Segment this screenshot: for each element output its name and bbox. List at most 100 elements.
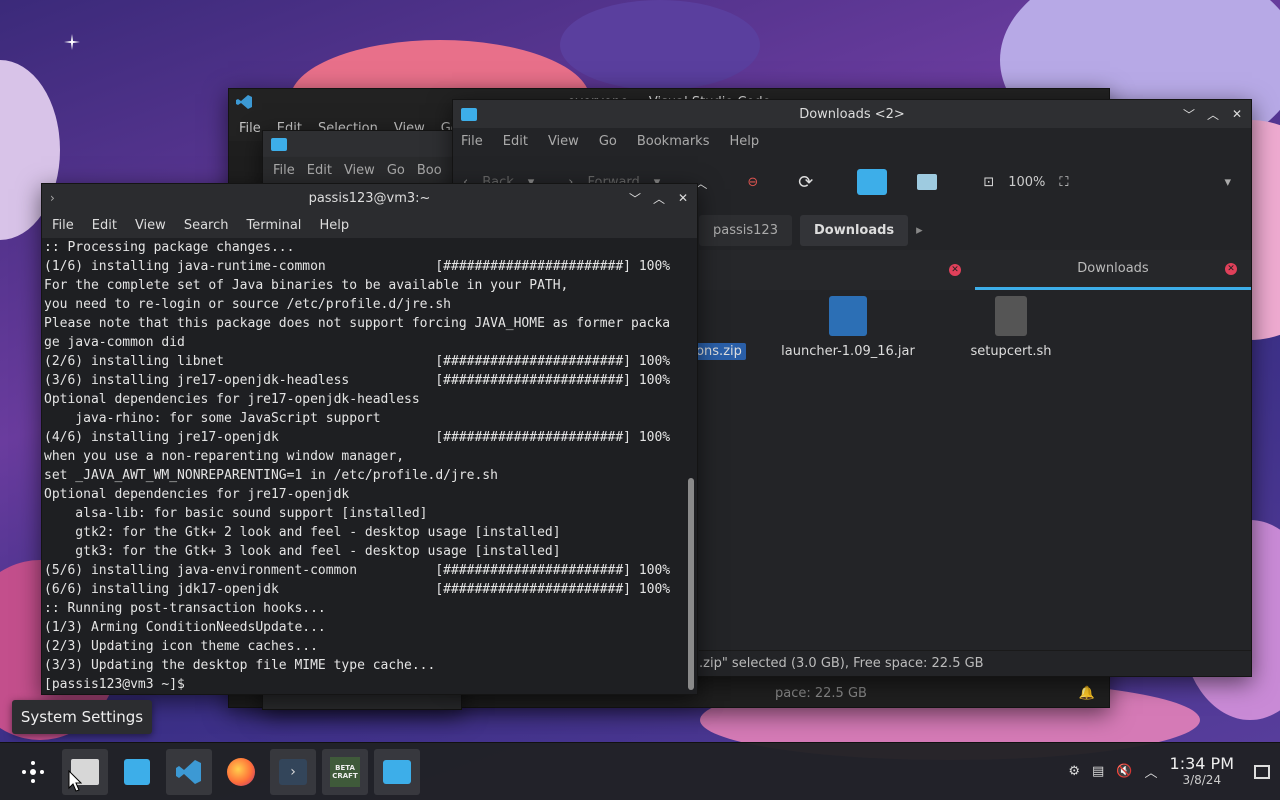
terminal-line: (1/3) Arming ConditionNeedsUpdate... xyxy=(44,620,326,635)
close-icon[interactable]: ✕ xyxy=(675,190,691,206)
jar-icon xyxy=(829,296,867,336)
terminal-menu-search[interactable]: Search xyxy=(184,218,229,233)
downloads-tabs: ✕ Downloads ✕ xyxy=(699,250,1251,290)
volume-muted-icon[interactable]: 🔇 xyxy=(1116,764,1132,779)
tab-downloads-label: Downloads xyxy=(1077,261,1149,276)
tooltip-system-settings: System Settings xyxy=(12,700,152,734)
terminal-titlebar[interactable]: › passis123@vm3:~ ﹀ ︿ ✕ xyxy=(42,184,697,212)
downloads-menu-help[interactable]: Help xyxy=(729,134,759,149)
home-icon[interactable] xyxy=(857,169,888,195)
terminal-icon: › xyxy=(50,191,55,205)
fm-small-menu-edit[interactable]: Edit xyxy=(307,163,332,178)
taskbar-betacraft[interactable]: BETA CRAFT xyxy=(322,748,368,795)
breadcrumb-passis123[interactable]: passis123 xyxy=(699,214,792,246)
terminal-line: (3/3) Updating the desktop file MIME typ… xyxy=(44,658,436,673)
scrollbar-thumb[interactable] xyxy=(688,478,694,690)
file-name-script: setupcert.sh xyxy=(970,344,1052,359)
downloads-menu-file[interactable]: File xyxy=(461,134,483,149)
taskbar-firefox[interactable] xyxy=(218,749,264,795)
clipboard-icon[interactable]: ▤ xyxy=(1092,764,1104,779)
zoom-fit-icon[interactable]: ⊡ xyxy=(983,175,994,190)
taskbar-discover[interactable] xyxy=(114,749,160,795)
close-icon[interactable]: ✕ xyxy=(1229,106,1245,122)
terminal-output[interactable]: :: Processing package changes... (1/6) in… xyxy=(42,238,685,694)
tab-downloads[interactable]: Downloads ✕ xyxy=(975,250,1251,290)
computer-icon[interactable] xyxy=(917,174,938,190)
fm-small-menu-view[interactable]: View xyxy=(344,163,375,178)
fm-small-menubar: File Edit View Go Boo xyxy=(263,157,461,183)
terminal-line: when you use a non-reparenting window ma… xyxy=(44,449,405,464)
network-icon[interactable]: ⚙ xyxy=(1068,764,1080,779)
terminal-line: Optional dependencies for jre17-openjdk xyxy=(44,487,350,502)
terminal-line: alsa-lib: for basic sound support [insta… xyxy=(44,506,428,521)
file-name-zip: ons.zip xyxy=(692,343,746,360)
fullscreen-icon[interactable]: ⛶ xyxy=(1059,175,1068,190)
tab-close-icon[interactable]: ✕ xyxy=(1225,262,1237,275)
taskbar-dolphin[interactable] xyxy=(374,748,420,795)
tab-close-icon[interactable]: ✕ xyxy=(949,264,961,276)
folder-icon xyxy=(461,107,477,121)
fm-small-titlebar[interactable] xyxy=(263,131,461,157)
downloads-menu-go[interactable]: Go xyxy=(599,134,617,149)
minimize-icon[interactable]: ﹀ xyxy=(1181,106,1197,122)
downloads-titlebar[interactable]: Downloads <2> ﹀ ︿ ✕ xyxy=(453,100,1251,128)
zoom-level[interactable]: 100% xyxy=(1008,175,1045,190)
downloads-menu-bookmarks[interactable]: Bookmarks xyxy=(637,134,710,149)
terminal-scrollbar[interactable] xyxy=(685,238,697,694)
terminal-menubar: File Edit View Search Terminal Help xyxy=(42,212,697,238)
maximize-icon[interactable]: ︿ xyxy=(651,190,667,206)
vscode-menu-file[interactable]: File xyxy=(239,121,261,136)
downloads-menubar: File Edit View Go Bookmarks Help xyxy=(453,128,1251,154)
fm-small-menu-file[interactable]: File xyxy=(273,163,295,178)
file-item-jar[interactable]: launcher-1.09_16.jar xyxy=(773,296,923,359)
taskbar-vscode[interactable] xyxy=(166,748,212,795)
folder-icon xyxy=(271,137,287,151)
terminal-menu-file[interactable]: File xyxy=(52,218,74,233)
downloads-title: Downloads <2> xyxy=(799,106,905,122)
terminal-menu-terminal[interactable]: Terminal xyxy=(246,218,301,233)
terminal-line: you need to re-login or source /etc/prof… xyxy=(44,297,451,312)
tab-1[interactable]: ✕ xyxy=(699,250,975,290)
downloads-statusbar: .zip" selected (3.0 GB), Free space: 22.… xyxy=(699,650,1251,676)
dolphin-icon xyxy=(383,759,411,784)
terminal-line: [passis123@vm3 ~]$ xyxy=(44,677,193,692)
file-name-jar: launcher-1.09_16.jar xyxy=(781,344,915,359)
terminal-line: java-rhino: for some JavaScript support xyxy=(44,411,381,426)
star-sparkle-icon xyxy=(64,34,80,50)
tray-expand-icon[interactable]: ︿ xyxy=(1145,762,1158,781)
maximize-icon[interactable]: ︿ xyxy=(1205,106,1221,122)
terminal-line: For the complete set of Java binaries to… xyxy=(44,278,569,293)
terminal-line: (5/6) installing java-environment-common… xyxy=(44,563,671,578)
bell-icon[interactable]: 🔔 xyxy=(1079,686,1095,701)
downloads-menu-edit[interactable]: Edit xyxy=(503,134,528,149)
terminal-line: Please note that this package does not s… xyxy=(44,316,671,331)
breadcrumb-downloads[interactable]: Downloads xyxy=(799,214,909,246)
terminal-line: ge java-common did xyxy=(44,335,185,350)
show-desktop-icon[interactable] xyxy=(1254,764,1270,779)
breadcrumb-more-icon[interactable]: ▸ xyxy=(916,223,923,238)
terminal-line: (6/6) installing jdk17-openjdk [########… xyxy=(44,582,671,597)
terminal-line: (1/6) installing java-runtime-common [##… xyxy=(44,259,671,274)
app-launcher-button[interactable] xyxy=(10,749,56,795)
terminal-menu-edit[interactable]: Edit xyxy=(92,218,117,233)
file-item-script[interactable]: setupcert.sh xyxy=(936,296,1086,359)
menu-dropdown-icon[interactable]: ▾ xyxy=(1224,175,1231,190)
minimize-icon[interactable]: ﹀ xyxy=(627,190,643,206)
taskbar-konsole[interactable]: › xyxy=(270,748,316,795)
downloads-menu-view[interactable]: View xyxy=(548,134,579,149)
terminal-line: (2/6) installing libnet [###############… xyxy=(44,354,671,369)
reload-icon[interactable]: ⟳ xyxy=(798,172,813,193)
terminal-line: :: Running post-transaction hooks... xyxy=(44,601,326,616)
terminal-menu-help[interactable]: Help xyxy=(319,218,349,233)
fm-small-menu-go[interactable]: Go xyxy=(387,163,405,178)
terminal-menu-view[interactable]: View xyxy=(135,218,166,233)
terminal-line: (3/6) installing jre17-openjdk-headless … xyxy=(44,373,671,388)
discover-icon xyxy=(124,758,150,785)
clock[interactable]: 1:34 PM 3/8/24 xyxy=(1170,755,1234,789)
terminal-window[interactable]: › passis123@vm3:~ ﹀ ︿ ✕ File Edit View S… xyxy=(41,183,698,695)
stop-icon[interactable]: ⊖ xyxy=(747,175,758,190)
script-icon xyxy=(995,296,1027,336)
terminal-line: set _JAVA_AWT_WM_NONREPARENTING=1 in /et… xyxy=(44,468,498,483)
fm-small-menu-bookmarks[interactable]: Boo xyxy=(417,163,442,178)
terminal-line: (2/3) Updating icon theme caches... xyxy=(44,639,318,654)
